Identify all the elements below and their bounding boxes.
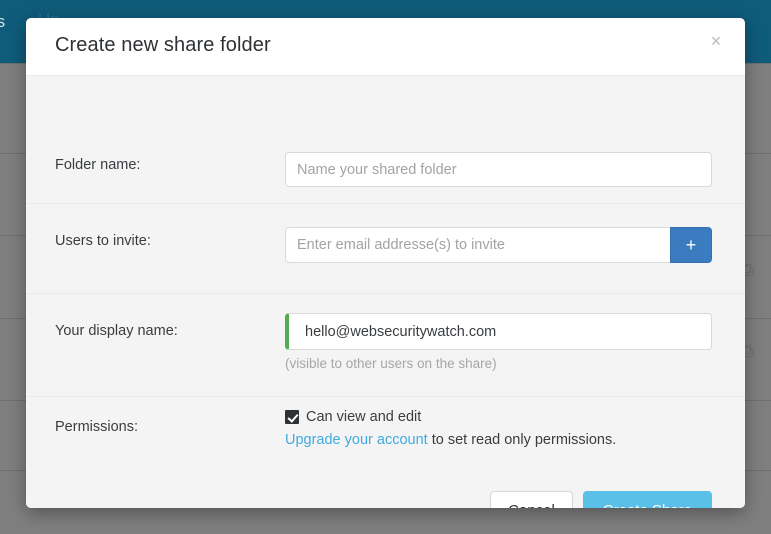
- folder-name-input[interactable]: [285, 152, 712, 187]
- section-divider: [26, 293, 745, 294]
- permissions-checkbox-row[interactable]: Can view and edit: [285, 409, 421, 425]
- page-title: Create new share folder: [55, 34, 271, 56]
- close-icon[interactable]: ×: [705, 30, 727, 52]
- display-name-input[interactable]: [285, 313, 712, 350]
- users-to-invite-input[interactable]: [285, 227, 670, 263]
- display-name-label: Your display name:: [55, 323, 178, 339]
- upgrade-note-suffix: to set read only permissions.: [427, 432, 617, 448]
- upgrade-account-link[interactable]: Upgrade your account: [285, 432, 428, 448]
- create-share-button[interactable]: Create Share: [582, 491, 712, 508]
- can-view-and-edit-checkbox[interactable]: [285, 410, 299, 424]
- display-name-help-text: (visible to other users on the share): [285, 356, 497, 371]
- modal-footer-actions: Cancel Create Share: [490, 491, 712, 508]
- modal-body: Folder name: Users to invite: + Your dis…: [26, 76, 745, 508]
- display-name-field-wrapper: [285, 313, 712, 350]
- section-divider: [26, 203, 745, 204]
- users-to-invite-input-group: +: [285, 227, 712, 263]
- can-view-and-edit-label: Can view and edit: [306, 409, 422, 425]
- modal-header: Create new share folder ×: [26, 18, 745, 76]
- add-invitee-button[interactable]: +: [670, 227, 712, 263]
- permissions-upgrade-note: Upgrade your account to set read only pe…: [285, 432, 616, 448]
- users-to-invite-label: Users to invite:: [55, 233, 151, 249]
- cancel-button[interactable]: Cancel: [490, 491, 573, 508]
- section-divider: [26, 396, 745, 397]
- permissions-label: Permissions:: [55, 419, 138, 435]
- background-topbar-text-left: nts: [0, 12, 6, 31]
- folder-name-label: Folder name:: [55, 157, 141, 173]
- create-share-folder-modal: Create new share folder × Folder name: U…: [26, 18, 745, 508]
